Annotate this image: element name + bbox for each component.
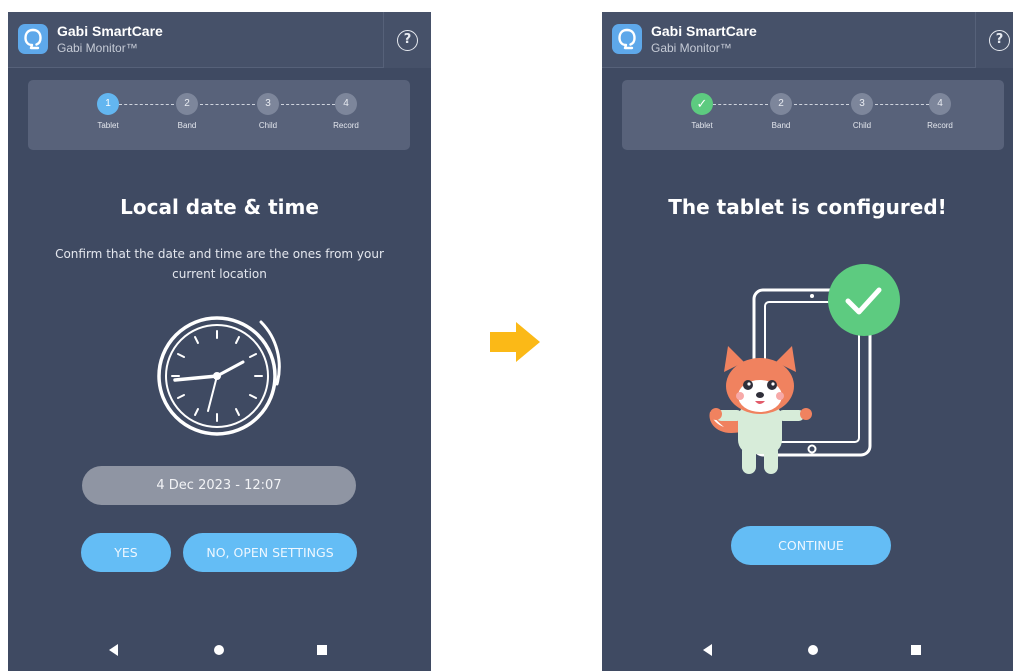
step-circle: 2 <box>770 93 792 115</box>
screen-tablet-configured: Gabi SmartCare Gabi Monitor™ ? ✓ Tablet … <box>602 12 1013 671</box>
recents-icon[interactable] <box>911 645 921 655</box>
system-nav-bar <box>602 631 1013 671</box>
continue-button[interactable]: CONTINUE <box>731 526 891 565</box>
step-circle: 4 <box>335 93 357 115</box>
step-label: Record <box>333 121 359 130</box>
app-subtitle: Gabi Monitor™ <box>651 41 732 55</box>
app-subtitle: Gabi Monitor™ <box>57 41 138 55</box>
step-label: Band <box>771 121 791 130</box>
current-datetime-display: 4 Dec 2023 - 12:07 <box>82 466 356 505</box>
page-title: Local date & time <box>120 195 319 219</box>
back-icon[interactable] <box>703 644 712 656</box>
step-label: Band <box>177 121 197 130</box>
clock-icon <box>157 316 281 436</box>
step-circle: 3 <box>851 93 873 115</box>
page-description: Confirm that the date and time are the o… <box>55 247 384 281</box>
setup-stepper: 1 Tablet 2 Band 3 Child 4 Record <box>28 80 410 150</box>
arrow-right-icon <box>490 322 540 362</box>
app-bar: Gabi SmartCare Gabi Monitor™ ? <box>602 12 1013 68</box>
home-icon[interactable] <box>808 645 818 655</box>
step-child: 3 Child <box>238 93 298 130</box>
check-icon: ✓ <box>691 93 713 115</box>
step-record: 4 Record <box>910 93 970 130</box>
step-tablet: ✓ Tablet <box>672 93 732 130</box>
step-circle: 1 <box>97 93 119 115</box>
help-button[interactable]: ? <box>383 12 431 68</box>
home-icon[interactable] <box>214 645 224 655</box>
gabi-logo-icon <box>18 24 48 54</box>
tablet-with-fox-mascot-illustration <box>709 264 900 474</box>
screen-local-date-time: Gabi SmartCare Gabi Monitor™ ? 1 Tablet … <box>8 12 431 671</box>
step-circle: 4 <box>929 93 951 115</box>
app-title: Gabi SmartCare <box>57 23 163 39</box>
page-title: The tablet is configured! <box>668 195 947 219</box>
system-nav-bar <box>8 631 431 671</box>
step-circle: 2 <box>176 93 198 115</box>
step-label: Tablet <box>691 121 713 130</box>
setup-stepper: ✓ Tablet 2 Band 3 Child 4 Record <box>622 80 1004 150</box>
yes-button[interactable]: YES <box>81 533 171 572</box>
app-bar: Gabi SmartCare Gabi Monitor™ ? <box>8 12 431 68</box>
recents-icon[interactable] <box>317 645 327 655</box>
question-circle-icon: ? <box>989 30 1010 51</box>
help-button[interactable]: ? <box>975 12 1013 68</box>
step-tablet: 1 Tablet <box>78 93 138 130</box>
gabi-logo-icon <box>612 24 642 54</box>
back-icon[interactable] <box>109 644 118 656</box>
step-child: 3 Child <box>832 93 892 130</box>
step-band: 2 Band <box>157 93 217 130</box>
step-label: Record <box>927 121 953 130</box>
step-band: 2 Band <box>751 93 811 130</box>
question-circle-icon: ? <box>397 30 418 51</box>
step-circle: 3 <box>257 93 279 115</box>
open-settings-button[interactable]: NO, OPEN SETTINGS <box>183 533 357 572</box>
step-label: Child <box>258 121 278 130</box>
step-record: 4 Record <box>316 93 376 130</box>
step-label: Tablet <box>97 121 119 130</box>
app-title: Gabi SmartCare <box>651 23 757 39</box>
step-label: Child <box>852 121 872 130</box>
